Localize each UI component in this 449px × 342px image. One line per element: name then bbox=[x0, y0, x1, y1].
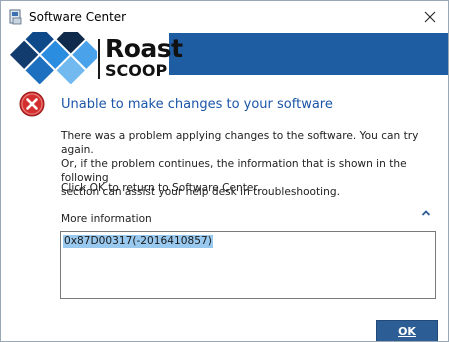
ok-button[interactable]: OK bbox=[376, 320, 438, 341]
roastscoop-logo-icon bbox=[5, 25, 101, 85]
error-x-icon bbox=[19, 91, 45, 117]
banner-bar bbox=[169, 33, 448, 75]
logo-divider bbox=[98, 39, 100, 79]
window-title: Software Center bbox=[29, 10, 127, 24]
close-icon bbox=[424, 11, 436, 22]
branding-banner: Roast SCOOP bbox=[1, 25, 448, 85]
return-instruction: Click OK to return to Software Center. bbox=[61, 182, 261, 194]
chevron-up-icon bbox=[421, 210, 431, 216]
software-center-dialog: Software Center Roast SCOOP Unable to ma… bbox=[0, 0, 449, 342]
more-information-textbox[interactable]: 0x87D00317(-2016410857) bbox=[60, 231, 436, 299]
error-message-line: There was a problem applying changes to … bbox=[61, 130, 419, 156]
error-heading: Unable to make changes to your software bbox=[61, 97, 333, 112]
more-information-label: More information bbox=[61, 213, 152, 225]
logo-wordmark-scoop: SCOOP bbox=[105, 61, 168, 80]
logo-wordmark-roast: Roast bbox=[105, 34, 183, 63]
title-bar: Software Center bbox=[1, 1, 448, 32]
error-code-text[interactable]: 0x87D00317(-2016410857) bbox=[63, 235, 213, 248]
close-button[interactable] bbox=[414, 1, 446, 32]
software-center-app-icon bbox=[9, 9, 23, 25]
collapse-more-info-button[interactable] bbox=[419, 206, 433, 220]
